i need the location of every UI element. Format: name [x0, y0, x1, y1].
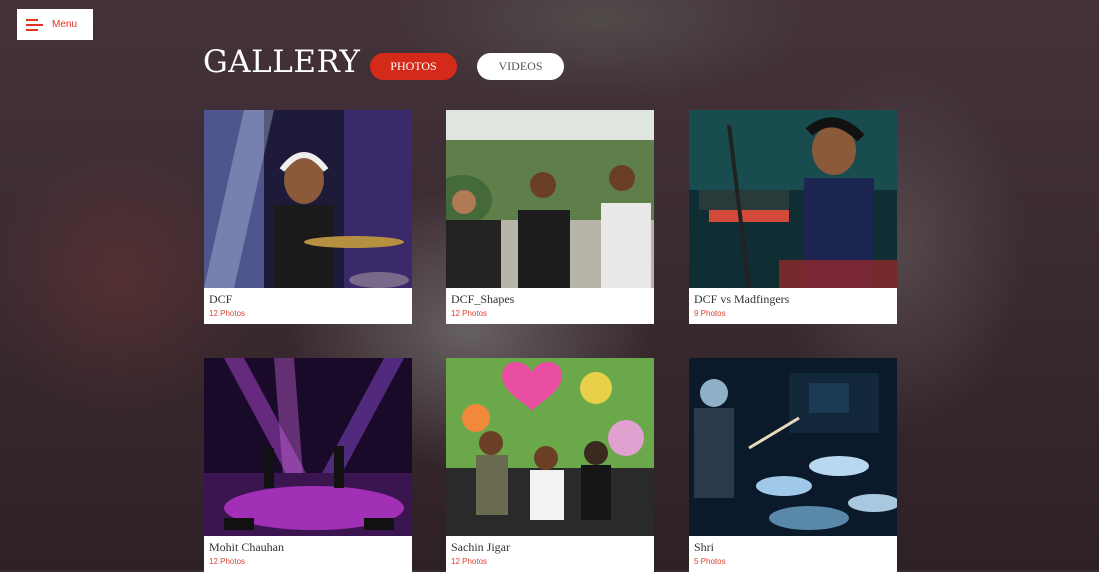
tab-photos[interactable]: PHOTOS — [370, 53, 457, 80]
album-photo-count: 12 Photos — [209, 557, 246, 566]
hamburger-menu-icon — [26, 19, 43, 31]
album-photo-count: 12 Photos — [209, 309, 246, 318]
album-photo-count: 5 Photos — [694, 557, 726, 566]
album-thumbnail — [204, 110, 412, 288]
album-card-mohit-chauhan[interactable]: Mohit Chauhan 12 Photos — [204, 358, 412, 572]
tab-videos[interactable]: VIDEOS — [477, 53, 564, 80]
album-card-dcf[interactable]: DCF 12 Photos — [204, 110, 412, 324]
page-title: GALLERY — [203, 44, 361, 80]
album-thumbnail — [446, 110, 654, 288]
album-card-dcf-vs-madfingers[interactable]: DCF vs Madfingers 9 Photos — [689, 110, 897, 324]
album-thumbnail — [689, 358, 897, 536]
album-thumbnail — [446, 358, 654, 536]
album-name: DCF — [209, 292, 233, 306]
album-photo-count: 12 Photos — [451, 557, 488, 566]
album-thumbnail — [689, 110, 897, 288]
album-name: DCF vs Madfingers — [694, 292, 790, 306]
album-name: DCF_Shapes — [451, 292, 515, 306]
album-card-dcf-shapes[interactable]: DCF_Shapes 12 Photos — [446, 110, 654, 324]
album-name: Shri — [694, 540, 715, 554]
album-name: Mohit Chauhan — [209, 540, 284, 554]
album-card-shri[interactable]: Shri 5 Photos — [689, 358, 897, 572]
album-photo-count: 9 Photos — [694, 309, 726, 318]
album-photo-count: 12 Photos — [451, 309, 488, 318]
album-thumbnail — [204, 358, 412, 536]
menu-button[interactable]: Menu — [17, 9, 93, 40]
album-name: Sachin Jigar — [451, 540, 510, 554]
album-card-sachin-jigar[interactable]: Sachin Jigar 12 Photos — [446, 358, 654, 572]
menu-label: Menu — [52, 19, 78, 30]
